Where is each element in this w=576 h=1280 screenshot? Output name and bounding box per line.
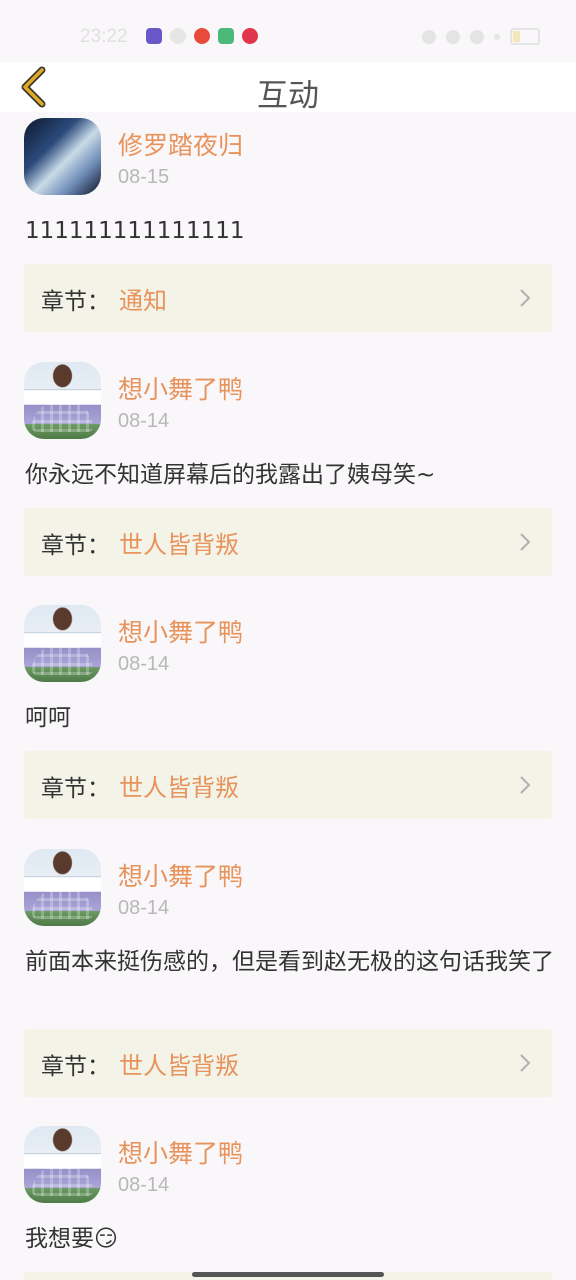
wifi-icon <box>470 29 484 44</box>
avatar[interactable] <box>24 605 101 682</box>
app-header: 互动 <box>0 62 576 114</box>
status-time: 23:22 <box>80 26 128 47</box>
play-app-icon <box>242 28 258 44</box>
avatar[interactable] <box>24 1126 101 1203</box>
page-title: 互动 <box>257 78 319 114</box>
video-app-icon <box>194 28 210 44</box>
comment-text: 你永远不知道屏幕后的我露出了姨母笑~ <box>25 462 436 488</box>
chapter-prefix: 章节： <box>41 533 110 559</box>
comment-text: 我想要😏 <box>25 1226 118 1252</box>
comment-date: 08-15 <box>118 166 170 188</box>
comment-username[interactable]: 修罗踏夜归 <box>118 126 243 162</box>
comment-text: 呵呵 <box>25 705 71 731</box>
comment-username[interactable]: 想小舞了鸭 <box>118 857 243 893</box>
battery-icon <box>510 28 540 45</box>
comment-text: 前面本来挺伤感的，但是看到赵无极的这句话我笑了 <box>25 949 554 975</box>
comment-date: 08-14 <box>118 897 170 919</box>
comment-date: 08-14 <box>118 653 170 675</box>
comment-text: 111111111111111 <box>25 218 245 244</box>
chapter-prefix: 章节： <box>41 289 110 315</box>
avatar[interactable] <box>24 849 101 926</box>
signal-icon <box>494 33 500 40</box>
alarm-icon <box>422 29 436 44</box>
chapter-link[interactable]: 章节： 世人皆背叛 <box>24 508 552 576</box>
avatar[interactable] <box>24 362 101 439</box>
chevron-right-icon <box>520 289 531 307</box>
comment-date: 08-14 <box>118 1174 170 1196</box>
home-indicator[interactable] <box>192 1272 384 1277</box>
chapter-prefix: 章节： <box>41 776 110 802</box>
chapter-link[interactable]: 章节： 世人皆背叛 <box>24 1029 552 1097</box>
bluetooth-icon <box>446 29 460 44</box>
comment-username[interactable]: 想小舞了鸭 <box>118 370 243 406</box>
notification-icons <box>146 28 258 44</box>
chapter-link[interactable]: 章节： 世人皆背叛 <box>24 751 552 819</box>
chapter-name: 世人皆背叛 <box>119 531 239 559</box>
reader-app-icon <box>218 28 234 44</box>
chevron-right-icon <box>520 533 531 551</box>
chapter-prefix: 章节： <box>41 1054 110 1080</box>
comment-username[interactable]: 想小舞了鸭 <box>118 1134 243 1170</box>
tieba-icon <box>146 28 162 44</box>
avatar[interactable] <box>24 118 101 195</box>
chapter-name: 世人皆背叛 <box>119 1052 239 1080</box>
notification-dot-icon <box>170 28 186 44</box>
status-bar: 23:22 <box>0 0 576 62</box>
comment-date: 08-14 <box>118 410 170 432</box>
system-icons <box>422 28 540 45</box>
chevron-right-icon <box>520 776 531 794</box>
comment-username[interactable]: 想小舞了鸭 <box>118 613 243 649</box>
chapter-name: 通知 <box>119 287 167 315</box>
chapter-link[interactable]: 章节： 通知 <box>24 264 552 332</box>
chapter-name: 世人皆背叛 <box>119 774 239 802</box>
chevron-right-icon <box>520 1054 531 1072</box>
